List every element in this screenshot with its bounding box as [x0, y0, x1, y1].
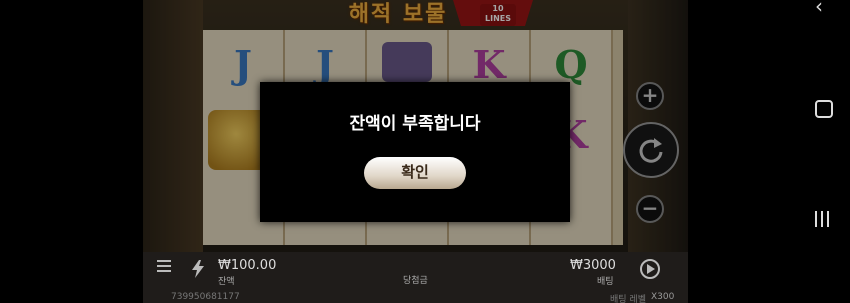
win-label: 당첨금 — [403, 276, 428, 286]
autoplay-icon[interactable] — [639, 258, 661, 280]
dialog-message: 잔액이 부족합니다 — [349, 114, 481, 134]
bottom-bar: ₩100.00 잔액 당첨금 ₩3000 배팅 739950681177 배팅 … — [143, 252, 688, 303]
android-home-icon[interactable] — [815, 100, 833, 118]
menu-icon[interactable] — [157, 260, 171, 272]
round-id: 739950681177 — [171, 292, 240, 302]
confirm-button[interactable]: 확인 — [364, 157, 466, 189]
game-viewport: 해적 보물 10 LINES J J K Q K + − ₩100.00 잔액 … — [143, 0, 688, 303]
android-back-icon[interactable]: ‹ — [815, 0, 823, 18]
bet-level-label: 배팅 레벨 — [610, 295, 646, 303]
bet-value: ₩3000 — [570, 258, 616, 273]
balance-label: 잔액 — [218, 277, 235, 287]
android-nav-bar — [810, 0, 850, 303]
bet-label: 배팅 — [597, 277, 614, 287]
insufficient-balance-dialog: 잔액이 부족합니다 확인 — [260, 82, 570, 222]
turbo-icon[interactable] — [190, 260, 206, 278]
android-recents-icon[interactable] — [815, 211, 831, 227]
multiplier-value: X300 — [651, 292, 675, 302]
balance-value: ₩100.00 — [218, 258, 277, 273]
